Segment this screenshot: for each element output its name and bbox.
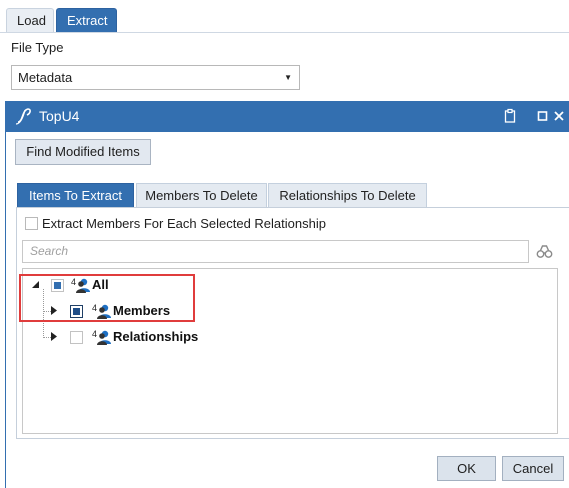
tab-members-to-delete[interactable]: Members To Delete xyxy=(136,183,267,207)
dialog-titlebar: TopU4 xyxy=(6,101,569,132)
file-type-value: Metadata xyxy=(18,70,73,85)
tab-strip-divider xyxy=(0,32,569,33)
extract-members-label: Extract Members For Each Selected Relati… xyxy=(42,216,326,231)
app-logo-icon xyxy=(15,108,31,125)
tree-node-relationships-label[interactable]: Relationships xyxy=(113,329,198,344)
members-highlight-box xyxy=(19,274,195,322)
dialog-title: TopU4 xyxy=(39,108,80,124)
tab-items-to-extract[interactable]: Items To Extract xyxy=(17,183,134,207)
dimension-icon: 4 xyxy=(92,329,111,345)
tab-relationships-to-delete[interactable]: Relationships To Delete xyxy=(268,183,427,207)
extract-members-checkbox[interactable] xyxy=(25,217,38,230)
cancel-button[interactable]: Cancel xyxy=(502,456,564,481)
file-type-dropdown[interactable]: Metadata ▼ xyxy=(11,65,300,90)
expand-relationships-icon[interactable] xyxy=(50,332,59,341)
tab-load[interactable]: Load xyxy=(6,8,54,33)
close-icon[interactable] xyxy=(551,108,567,124)
ok-button[interactable]: OK xyxy=(437,456,496,481)
file-type-label: File Type xyxy=(11,40,64,55)
dimension-badge: 4 xyxy=(92,329,97,339)
clipboard-icon[interactable] xyxy=(502,108,518,124)
dropdown-arrow-icon: ▼ xyxy=(284,73,292,82)
binoculars-icon[interactable] xyxy=(536,244,553,259)
tab-extract[interactable]: Extract xyxy=(56,8,117,33)
find-modified-items-button[interactable]: Find Modified Items xyxy=(15,139,151,165)
maximize-icon[interactable] xyxy=(535,108,551,124)
search-input[interactable]: Search xyxy=(22,240,529,263)
relationships-checkbox[interactable] xyxy=(70,331,83,344)
